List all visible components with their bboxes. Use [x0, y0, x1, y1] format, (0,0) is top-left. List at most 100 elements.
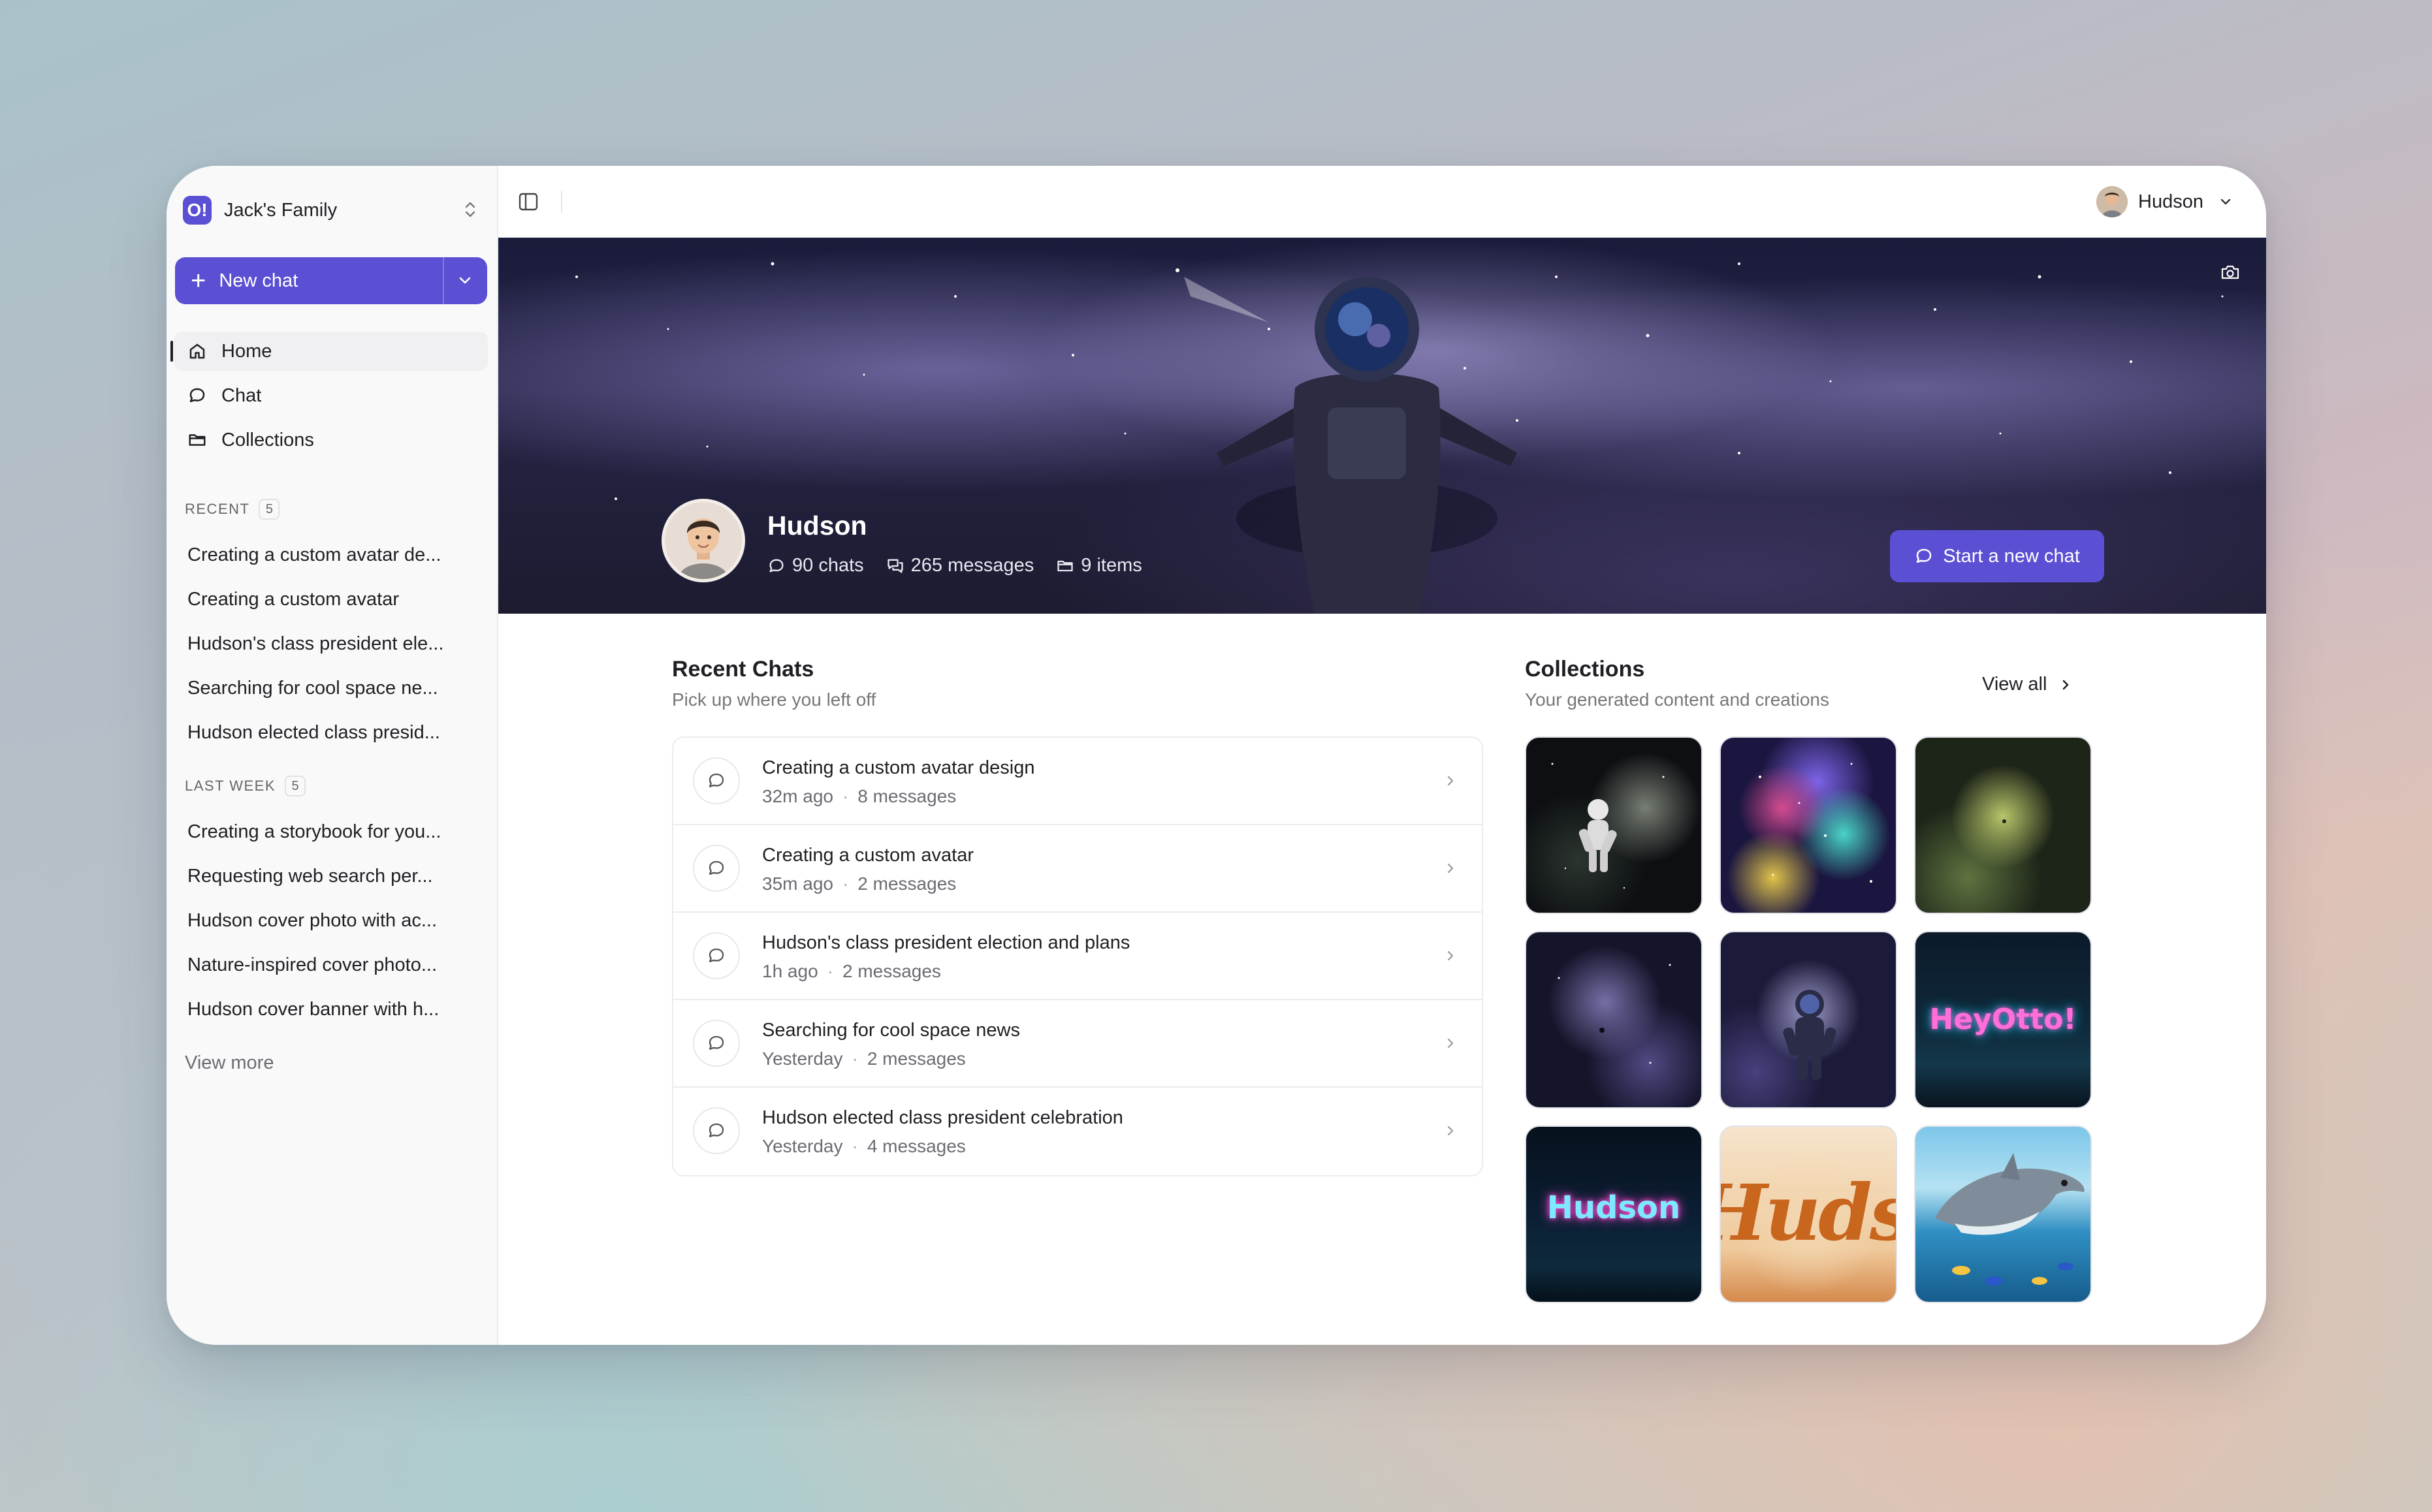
profile-stats: 90 chats 265 messages 9 items [767, 555, 1164, 576]
chevron-down-icon [2220, 198, 2231, 205]
chat-title: Searching for cool space news [762, 1020, 1020, 1041]
workspace-name: Jack's Family [224, 199, 338, 221]
sidebar-item-label: Chat [221, 385, 262, 406]
sidebar-chat-item[interactable]: Creating a custom avatar [187, 577, 462, 622]
recent-chat-row[interactable]: Hudson's class president election and pl… [673, 913, 1482, 1000]
profile-avatar [662, 499, 745, 582]
divider [561, 191, 562, 213]
neon-name-image[interactable]: Hudson [1525, 1126, 1703, 1303]
chat-time: Yesterday [762, 1136, 843, 1156]
app-window: O! Jack's Family + New chat Home Chat Co… [167, 166, 2266, 1345]
sidebar-chat-item[interactable]: Requesting web search per... [187, 854, 462, 898]
neon-sign-image[interactable]: HeyOtto! [1914, 931, 2092, 1109]
colorful-nebula-image[interactable] [1720, 736, 1897, 914]
chats-count: 90 chats [792, 555, 864, 576]
messages-stat: 265 messages [886, 555, 1034, 576]
sidebar: O! Jack's Family + New chat Home Chat Co… [167, 166, 498, 1345]
chat-bubble-icon [693, 932, 740, 979]
sidebar-chat-item[interactable]: Hudson cover photo with ac... [187, 898, 462, 943]
profile-name: Hudson [767, 511, 867, 541]
astronaut-purple-nebula-image[interactable] [1720, 931, 1897, 1109]
chat-bubble-icon [189, 388, 205, 402]
camera-icon[interactable] [2220, 264, 2240, 284]
last-week-list: Creating a storybook for you... Requesti… [187, 810, 462, 1032]
user-menu[interactable]: Hudson [2096, 185, 2233, 218]
chat-bubble-icon [693, 845, 740, 892]
chat-bubble-icon [693, 1107, 740, 1154]
recent-chat-row[interactable]: Hudson elected class president celebrati… [673, 1088, 1482, 1175]
items-count: 9 items [1081, 555, 1142, 576]
chat-title: Hudson elected class president celebrati… [762, 1107, 1123, 1128]
collections-title: Collections [1525, 657, 1645, 682]
recent-chats-title: Recent Chats [672, 657, 814, 682]
messages-icon [887, 559, 903, 573]
button-divider [443, 257, 444, 304]
chat-meta: 1h ago · 2 messages [762, 961, 941, 981]
chevron-right-icon [1443, 1122, 1458, 1143]
workspace-switcher[interactable]: O! Jack's Family [180, 192, 487, 228]
view-all-label: View all [1982, 674, 2047, 695]
new-chat-button[interactable]: + New chat [175, 257, 487, 304]
chevron-right-icon [1443, 947, 1458, 968]
sidebar-chat-item[interactable]: Searching for cool space ne... [187, 666, 462, 710]
chat-time: 1h ago [762, 961, 818, 981]
sidebar-chat-item[interactable]: Hudson elected class presid... [187, 710, 462, 755]
chat-bubble-icon [693, 757, 740, 804]
chat-title: Creating a custom avatar design [762, 757, 1035, 778]
sidebar-chat-item[interactable]: Creating a custom avatar de... [187, 533, 462, 577]
avatar [2096, 186, 2128, 217]
chat-meta: Yesterday · 4 messages [762, 1136, 966, 1156]
start-new-chat-button[interactable]: Start a new chat [1890, 530, 2104, 582]
dolphin-image[interactable] [1914, 1126, 2092, 1303]
app-logo: O! [183, 196, 212, 225]
green-nebula-image[interactable] [1914, 736, 2092, 914]
sidebar-item-collections[interactable]: Collections [174, 420, 488, 460]
count-badge: 5 [259, 499, 280, 520]
chat-message-count: 2 messages [857, 874, 957, 894]
chevron-up-down-icon[interactable] [460, 198, 480, 222]
plus-icon: + [191, 266, 206, 295]
recent-chats-list: Creating a custom avatar design 32m ago ·… [672, 736, 1483, 1176]
view-all-link[interactable]: View all [1982, 674, 2073, 695]
chat-bubble-icon [693, 1020, 740, 1067]
chat-message-count: 2 messages [867, 1048, 966, 1069]
sidebar-item-home[interactable]: Home [170, 332, 488, 371]
chat-bubble-icon [769, 559, 784, 572]
main-content: Hudson Hudson 90 chats 265 messages 9 it… [498, 166, 2266, 1345]
recent-section-header: RECENT 5 [185, 499, 280, 520]
chevron-down-icon[interactable] [456, 269, 474, 292]
purple-nebula-image[interactable] [1525, 931, 1703, 1109]
chat-meta: Yesterday · 2 messages [762, 1048, 966, 1069]
sidebar-toggle-icon[interactable] [518, 192, 539, 215]
watercolor-name-text: Hudso [1721, 1167, 1896, 1258]
folder-icon [189, 434, 206, 446]
chat-title: Hudson's class president election and pl… [762, 932, 1130, 953]
view-more-link[interactable]: View more [185, 1052, 274, 1074]
neon-sign-text: HeyOtto! [1929, 1003, 2077, 1036]
sidebar-nav: Home Chat Collections [170, 332, 488, 465]
sidebar-chat-item[interactable]: Hudson cover banner with h... [187, 987, 462, 1032]
sidebar-chat-item[interactable]: Hudson's class president ele... [187, 622, 462, 666]
astronaut-dark-nebula-image[interactable] [1525, 736, 1703, 914]
top-bar: Hudson [498, 166, 2266, 238]
chat-meta: 35m ago · 2 messages [762, 874, 957, 894]
sidebar-item-label: Home [221, 340, 272, 362]
sidebar-chat-item[interactable]: Nature-inspired cover photo... [187, 943, 462, 987]
count-badge: 5 [285, 776, 306, 796]
recent-chat-row[interactable]: Creating a custom avatar design 32m ago ·… [673, 738, 1482, 825]
cover-banner: Hudson 90 chats 265 messages 9 items Sta… [498, 238, 2266, 614]
chat-message-count: 2 messages [842, 961, 941, 981]
neon-name-text: Hudson [1546, 1189, 1681, 1226]
sidebar-chat-item[interactable]: Creating a storybook for you... [187, 810, 462, 854]
chats-stat: 90 chats [767, 555, 864, 576]
recent-chat-row[interactable]: Creating a custom avatar 35m ago · 2 messa… [673, 825, 1482, 913]
chat-meta: 32m ago · 8 messages [762, 786, 957, 806]
chevron-right-icon [1443, 772, 1458, 793]
sidebar-item-chat[interactable]: Chat [174, 376, 488, 415]
watercolor-name-image[interactable]: Hudso [1720, 1126, 1897, 1303]
last-week-section-header: LAST WEEK 5 [185, 776, 306, 796]
recent-chat-row[interactable]: Searching for cool space news Yesterday ·… [673, 1000, 1482, 1088]
recent-list: Creating a custom avatar de... Creating … [187, 533, 462, 755]
collections-grid: HeyOtto! Hudson Hudso [1525, 736, 2094, 1303]
start-new-chat-label: Start a new chat [1943, 545, 2080, 567]
